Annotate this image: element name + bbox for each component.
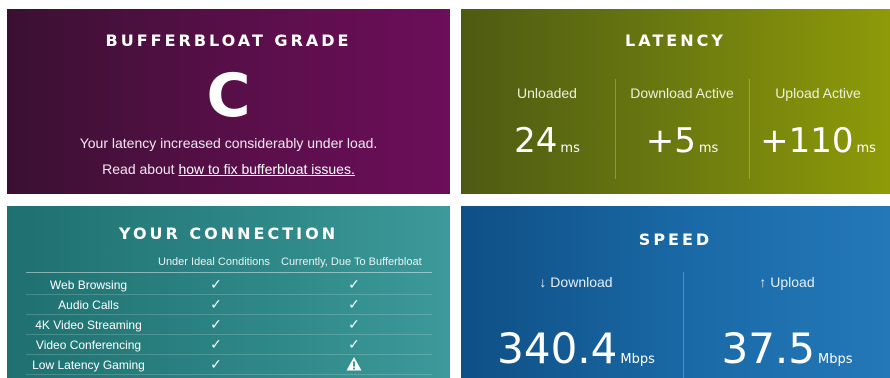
grade-message: Your latency increased considerably unde… — [79, 135, 378, 151]
bufferbloat-grade-panel: BUFFERBLOAT GRADE C Your latency increas… — [7, 9, 450, 194]
latency-upload-label: Upload Active — [775, 85, 861, 101]
check-icon: ✓ — [348, 336, 360, 352]
row-name: Web Browsing — [49, 278, 128, 292]
latency-download-label: Download Active — [630, 85, 734, 101]
column-header-current: Currently, Due To Bufferbloat — [281, 256, 422, 268]
check-icon: ✓ — [210, 296, 222, 312]
upload-unit: Mbps — [818, 352, 853, 367]
warning-triangle-icon — [346, 357, 362, 371]
check-icon: ✓ — [348, 296, 360, 312]
table-row: Low Latency Gaming ✓ — [26, 355, 432, 375]
column-header-ideal: Under Ideal Conditions — [158, 256, 270, 268]
upload-label: ↑ Upload — [759, 274, 815, 290]
table-row: Audio Calls ✓ ✓ — [26, 295, 432, 315]
speed-divider — [683, 272, 684, 378]
check-icon: ✓ — [348, 276, 360, 292]
upload-number: 37.5 — [721, 324, 815, 373]
download-unit: Mbps — [620, 352, 655, 367]
latency-unloaded: Unloaded 24 ms — [473, 69, 621, 184]
check-icon: ✓ — [348, 316, 360, 332]
latency-download-number: +5 — [645, 121, 696, 161]
grade-letter: C — [206, 61, 251, 131]
download-label: ↓ Download — [539, 274, 613, 290]
read-about-prefix: Read about — [102, 161, 179, 177]
header-divider — [26, 272, 432, 273]
row-name: Audio Calls — [58, 298, 119, 312]
latency-upload-unit: ms — [856, 141, 876, 156]
speed-title: SPEED — [638, 230, 713, 249]
table-row: 4K Video Streaming ✓ ✓ — [26, 315, 432, 335]
latency-unloaded-value: 24 ms — [473, 121, 621, 161]
connection-title: YOUR CONNECTION — [118, 224, 339, 243]
latency-upload-active: Upload Active +110 ms — [749, 69, 887, 184]
check-icon: ✓ — [210, 336, 222, 352]
latency-title: LATENCY — [625, 31, 726, 50]
fix-bufferbloat-link[interactable]: how to fix bufferbloat issues. — [178, 161, 354, 177]
download-value: 340.4 Mbps — [471, 324, 681, 373]
upload-value: 37.5 Mbps — [687, 324, 887, 373]
download-number: 340.4 — [497, 324, 618, 373]
latency-unloaded-unit: ms — [560, 141, 580, 156]
grade-title: BUFFERBLOAT GRADE — [105, 31, 352, 50]
connection-panel: YOUR CONNECTION Under Ideal Conditions C… — [7, 206, 450, 378]
row-name: Video Conferencing — [35, 338, 142, 352]
grade-read-about: Read about how to fix bufferbloat issues… — [7, 161, 450, 177]
latency-upload-value: +110 ms — [749, 121, 887, 161]
latency-unloaded-number: 24 — [514, 121, 558, 161]
speed-download: ↓ Download 340.4 Mbps — [471, 266, 681, 378]
warning-icon — [344, 356, 364, 375]
latency-panel: LATENCY Unloaded 24 ms Download Active +5… — [461, 9, 890, 194]
row-name: 4K Video Streaming — [35, 318, 142, 332]
check-icon: ✓ — [210, 356, 222, 372]
table-row: Web Browsing ✓ ✓ — [26, 275, 432, 295]
table-row: Video Conferencing ✓ ✓ — [26, 335, 432, 355]
latency-download-active: Download Active +5 ms — [615, 69, 749, 184]
check-icon: ✓ — [210, 316, 222, 332]
check-icon: ✓ — [210, 276, 222, 292]
latency-upload-number: +110 — [760, 121, 854, 161]
latency-unloaded-label: Unloaded — [517, 85, 577, 101]
speed-panel: SPEED ↓ Download 340.4 Mbps ↑ Upload 37.5… — [461, 206, 890, 378]
latency-download-value: +5 ms — [615, 121, 749, 161]
speed-upload: ↑ Upload 37.5 Mbps — [687, 266, 887, 378]
row-name: Low Latency Gaming — [32, 358, 145, 372]
latency-download-unit: ms — [698, 141, 719, 156]
